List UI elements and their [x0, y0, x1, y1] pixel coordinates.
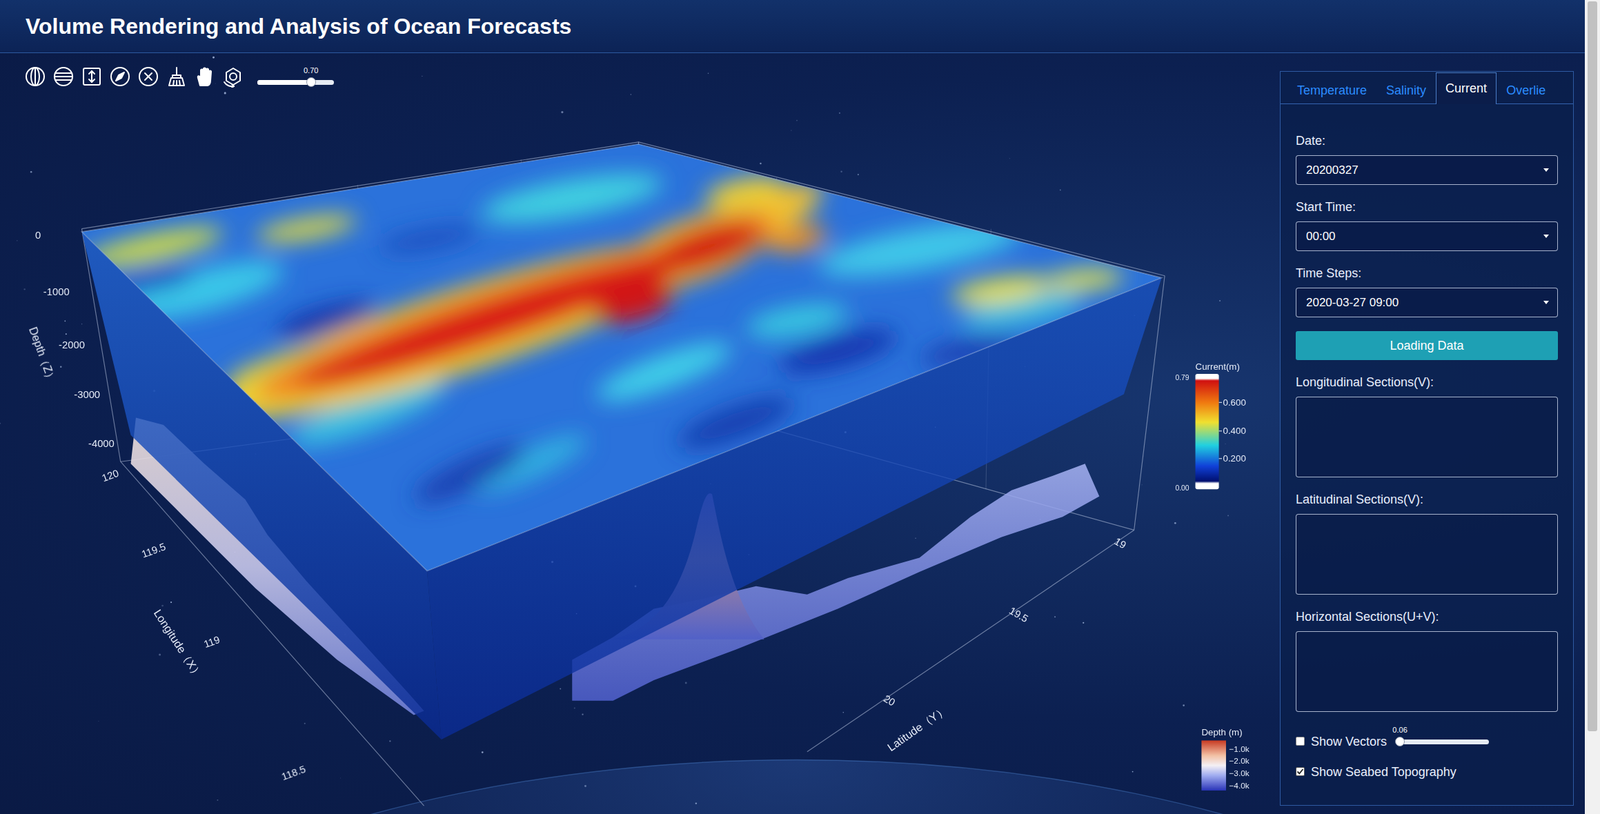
volume-canvas[interactable]: 0 -1000 -2000 -3000 -4000 Depth（Z） 120 119.5 119…	[0, 53, 1278, 814]
vector-scale-slider-track[interactable]	[1397, 739, 1489, 745]
field-label: Horizontal Sections(U+V):	[1295, 608, 1558, 626]
scrollbar-thumb[interactable]	[1587, 1, 1598, 732]
check-icon	[1296, 767, 1305, 776]
globe-meridians-icon[interactable]	[24, 65, 47, 88]
dropdown-caret-icon	[1543, 300, 1549, 305]
broom-icon[interactable]	[165, 65, 188, 88]
latitude-axis-title: Latitude（Y）	[885, 703, 950, 755]
option-row: Show Seabed Topography	[1295, 763, 1558, 781]
option-label: Show Seabed Topography	[1310, 763, 1457, 781]
depth-legend-tick: −4.0k	[1228, 781, 1249, 791]
stars	[0, 56, 1229, 805]
depth-colorbar	[1201, 740, 1227, 791]
gear-rotate-icon[interactable]	[222, 65, 245, 88]
field-group: Time Steps: 2020-03-27 09:00	[1295, 264, 1558, 318]
page-scrollbar[interactable]	[1584, 0, 1600, 814]
vector-scale-slider-reading: 0.06	[1392, 725, 1407, 735]
field-label: Longitudinal Sections(V):	[1295, 373, 1558, 391]
globe-parallels-icon[interactable]	[52, 65, 75, 88]
depth-tick: 0	[35, 229, 41, 241]
tab-bar: TemperatureSalinityCurrentOverlie	[1280, 71, 1574, 105]
section-textarea[interactable]	[1295, 396, 1558, 478]
field-label: Latitudinal Sections(V):	[1295, 491, 1558, 508]
opacity-slider[interactable]: 0.70	[257, 66, 334, 85]
header: Volume Rendering and Analysis of Ocean F…	[0, 0, 1585, 54]
current-legend-min: 0.00	[1174, 484, 1189, 492]
tab[interactable]: Overlie	[1496, 76, 1556, 105]
tab[interactable]: Salinity	[1376, 76, 1436, 105]
current-legend-tick: 0.400	[1223, 425, 1247, 437]
current-legend-tick: 0.200	[1223, 453, 1247, 464]
latitude-tick: 19	[1112, 535, 1129, 551]
depth-tick: -3000	[73, 389, 101, 401]
main-area: 0 -1000 -2000 -3000 -4000 Depth（Z） 120 119.5 119…	[0, 53, 1585, 814]
longitude-tick: 119	[202, 634, 222, 650]
control-panel: TemperatureSalinityCurrentOverlie Date: 20…	[1279, 71, 1574, 806]
toolbar: 0.70	[24, 65, 334, 88]
app: Volume Rendering and Analysis of Ocean F…	[0, 0, 1585, 814]
depth-legend-title: Depth (m)	[1201, 727, 1242, 738]
select-field[interactable]: 2020-03-27 09:00	[1295, 287, 1558, 318]
field-label: Date:	[1295, 132, 1558, 150]
field-label: Time Steps:	[1295, 264, 1558, 282]
opacity-slider-fill	[257, 80, 312, 85]
close-circle-icon[interactable]	[137, 65, 160, 88]
section-textarea[interactable]	[1295, 514, 1558, 595]
opacity-slider-thumb[interactable]	[306, 77, 316, 87]
opacity-slider-reading: 0.70	[303, 66, 319, 75]
checkbox[interactable]	[1295, 736, 1305, 746]
depth-legend-tick: −2.0k	[1228, 756, 1249, 766]
longitude-tick: 118.5	[280, 763, 308, 783]
compass-icon[interactable]	[109, 65, 132, 88]
section-textarea[interactable]	[1295, 631, 1558, 713]
field-label: Start Time:	[1295, 198, 1558, 216]
longitude-tick: 119.5	[140, 540, 167, 560]
tab[interactable]: Temperature	[1287, 76, 1377, 105]
depth-legend-tick: −1.0k	[1228, 744, 1249, 755]
vector-scale-slider-thumb[interactable]	[1395, 736, 1405, 747]
field-group: Latitudinal Sections(V):	[1295, 491, 1558, 595]
tab[interactable]: Current	[1435, 72, 1497, 105]
latitude-tick: 19.5	[1007, 605, 1031, 625]
hand-icon[interactable]	[193, 65, 216, 88]
current-colorbar	[1195, 373, 1220, 490]
vector-scale-slider[interactable]: 0.06	[1397, 725, 1489, 745]
current-legend-max: 0.79	[1174, 373, 1189, 382]
earth-glow	[0, 760, 1278, 814]
current-legend-title: Current(m)	[1195, 361, 1240, 372]
select-value: 00:00	[1306, 229, 1544, 244]
longitude-axis-title: Longitude（X）	[151, 607, 205, 681]
current-heatmap	[80, 144, 1162, 572]
field-group: Date: 20200327	[1295, 132, 1558, 185]
longitude-tick: 120	[100, 467, 121, 484]
vector-scale-slider-fill	[1397, 739, 1400, 745]
axes-frame	[81, 142, 1165, 806]
depth-axis-title: Depth（Z）	[26, 325, 59, 385]
current-legend-tick: 0.600	[1223, 397, 1247, 408]
option-label: Show Vectors	[1310, 733, 1387, 750]
depth-tick: -4000	[88, 438, 115, 450]
checkbox[interactable]	[1295, 767, 1305, 777]
vertical-arrows-icon[interactable]	[80, 65, 103, 88]
depth-legend-tick: −3.0k	[1228, 768, 1249, 779]
dropdown-caret-icon	[1543, 234, 1549, 239]
panel-body: Date: 20200327 Start Time: 00:00 Time Steps:…	[1280, 104, 1574, 792]
volume-view[interactable]: 0 -1000 -2000 -3000 -4000 Depth（Z） 120 119.5 119…	[0, 53, 1278, 814]
select-field[interactable]: 20200327	[1295, 155, 1558, 185]
option-row: Show Vectors 0.06	[1295, 725, 1558, 750]
depth-tick: -2000	[58, 339, 85, 351]
select-field[interactable]: 00:00	[1295, 221, 1558, 252]
select-value: 2020-03-27 09:00	[1306, 295, 1544, 310]
dropdown-caret-icon	[1543, 168, 1549, 172]
load-data-button[interactable]: Loading Data	[1295, 331, 1558, 361]
page-title: Volume Rendering and Analysis of Ocean F…	[25, 13, 572, 40]
field-group: Longitudinal Sections(V):	[1295, 373, 1558, 478]
latitude-tick: 20	[881, 692, 897, 708]
field-group: Horizontal Sections(U+V):	[1295, 608, 1558, 713]
field-group: Start Time: 00:00	[1295, 198, 1558, 252]
select-value: 20200327	[1306, 163, 1544, 178]
depth-tick: -1000	[43, 286, 70, 298]
opacity-slider-track[interactable]	[257, 80, 334, 85]
